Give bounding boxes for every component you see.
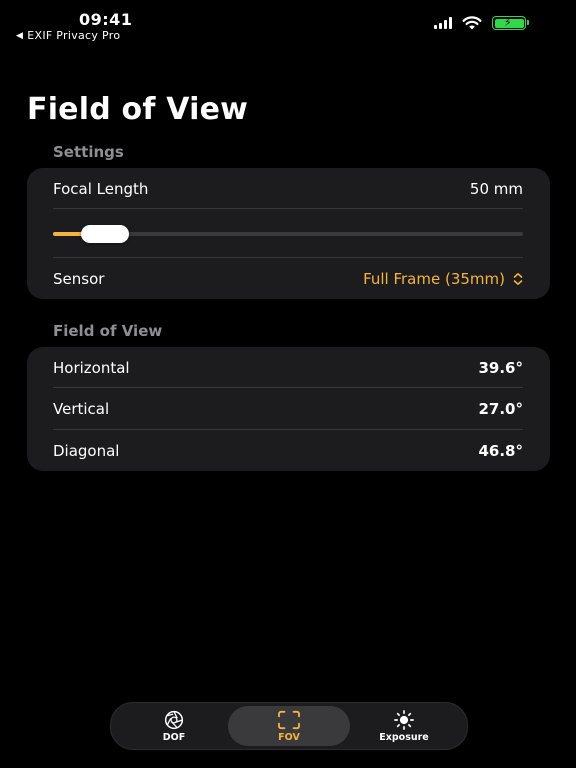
tab-label: FOV [278, 731, 300, 743]
chevron-up-down-icon [513, 273, 523, 285]
fov-row-label: Diagonal [53, 442, 120, 460]
focal-length-value: 50 mm [469, 180, 523, 198]
back-to-app-link[interactable]: ◀ EXIF Privacy Pro [16, 29, 120, 42]
tab-label: Exposure [379, 731, 429, 743]
tab-bar: DOF FOV Exposure [110, 702, 468, 750]
settings-card: Focal Length 50 mm Sensor Full Frame (35… [27, 168, 550, 299]
cellular-signal-icon [434, 17, 452, 29]
viewfinder-icon [278, 710, 300, 729]
tab-dof[interactable]: DOF [114, 706, 234, 746]
divider [53, 257, 523, 258]
sensor-value: Full Frame (35mm) [363, 270, 505, 288]
battery-icon: ⚡ [492, 16, 529, 30]
fov-row-value: 39.6° [478, 359, 523, 377]
divider [53, 429, 523, 430]
sensor-label: Sensor [53, 270, 105, 288]
tab-exposure[interactable]: Exposure [344, 706, 464, 746]
slider-thumb[interactable] [80, 225, 129, 243]
divider [53, 387, 523, 388]
tab-fov[interactable]: FOV [228, 706, 350, 746]
fov-section-label: Field of View [53, 322, 163, 340]
fov-row-label: Horizontal [53, 359, 130, 377]
aperture-icon [164, 710, 184, 729]
status-indicators: ⚡ [434, 16, 529, 30]
fov-row-label: Vertical [53, 400, 110, 418]
focal-length-label: Focal Length [53, 180, 149, 198]
fov-row-value: 27.0° [478, 400, 523, 418]
fov-row-horizontal: Horizontal 39.6° [53, 357, 523, 379]
wifi-icon [462, 16, 482, 30]
focal-length-row: Focal Length 50 mm [53, 178, 523, 200]
status-time: 09:41 [79, 10, 133, 29]
sensor-row[interactable]: Sensor Full Frame (35mm) [53, 268, 523, 290]
page-title: Field of View [27, 92, 249, 127]
back-arrow-icon: ◀ [16, 30, 24, 41]
tab-label: DOF [162, 731, 186, 743]
fov-row-vertical: Vertical 27.0° [53, 398, 523, 420]
sun-icon [394, 709, 414, 730]
sensor-picker[interactable]: Full Frame (35mm) [363, 270, 523, 288]
fov-row-diagonal: Diagonal 46.8° [53, 440, 523, 462]
back-app-label: EXIF Privacy Pro [27, 29, 121, 42]
settings-section-label: Settings [53, 143, 124, 161]
divider [53, 208, 523, 209]
fov-card: Horizontal 39.6° Vertical 27.0° Diagonal… [27, 347, 550, 471]
fov-row-value: 46.8° [478, 442, 523, 460]
